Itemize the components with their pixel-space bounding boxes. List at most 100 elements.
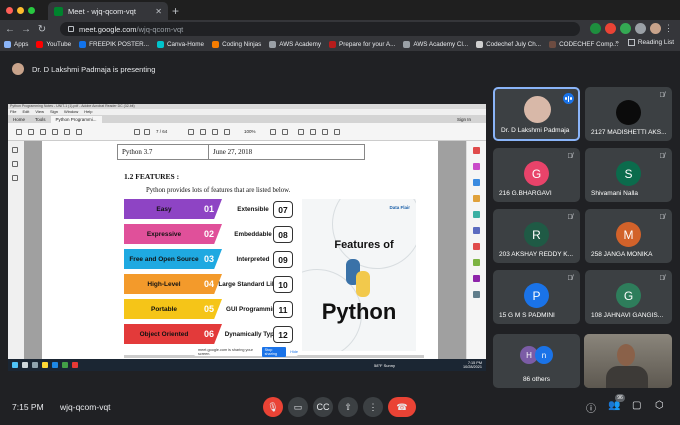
codechef-comp-icon — [549, 41, 557, 48]
bookmark-item[interactable]: AWS Academy — [269, 41, 321, 48]
comment-tool-icon[interactable] — [473, 195, 480, 202]
participant-tile[interactable]: M 🎙̸ 258 JANGA MONIKA — [585, 209, 672, 263]
bookmark-item[interactable]: Apps — [4, 41, 28, 48]
zoom-level[interactable]: 100% — [244, 129, 256, 134]
leave-call-button[interactable]: ☎ — [388, 397, 416, 417]
bookmark-item[interactable]: YouTube — [36, 41, 71, 48]
task-view-icon[interactable] — [32, 362, 38, 368]
hand-icon[interactable] — [200, 129, 206, 135]
red-extension-icon[interactable] — [605, 23, 616, 34]
zoom-in-icon[interactable] — [224, 129, 230, 135]
more-tools-icon[interactable] — [473, 291, 480, 298]
globe-icon — [269, 41, 277, 48]
browser-menu-icon[interactable]: ⋮ — [664, 23, 675, 34]
bookmark-item[interactable]: Coding Ninjas — [212, 41, 261, 48]
pen-icon[interactable] — [322, 129, 328, 135]
participant-tile[interactable]: S 🎙̸ Shivamani Nalla — [585, 148, 672, 202]
green-extension-icon[interactable] — [620, 23, 631, 34]
page-down-icon[interactable] — [144, 129, 150, 135]
taskbar-search-icon[interactable] — [22, 362, 28, 368]
hide-notice-button[interactable]: Hide — [290, 350, 298, 354]
page-current[interactable]: 7 — [156, 129, 159, 134]
forward-arrow-icon[interactable]: → — [20, 24, 32, 35]
stop-sharing-button[interactable]: Stop sharing — [261, 346, 287, 357]
avatar — [616, 100, 641, 125]
sign-in-link[interactable]: Sign In — [452, 116, 476, 123]
cursor-icon[interactable] — [188, 129, 194, 135]
attachments-icon[interactable] — [12, 175, 18, 181]
participant-tile[interactable]: G 🎙̸ 216 G.BHARGAVI — [493, 148, 580, 202]
thumbnails-icon[interactable] — [12, 147, 18, 153]
edge-icon[interactable] — [52, 362, 58, 368]
tab-tools[interactable]: Tools — [30, 116, 51, 123]
chat-icon[interactable]: ▢ — [632, 400, 641, 411]
create-pdf-icon[interactable] — [473, 163, 480, 170]
page-up-icon[interactable] — [134, 129, 140, 135]
scroll-mode-icon[interactable] — [282, 129, 288, 135]
more-options-button[interactable]: ⋮ — [363, 397, 383, 417]
captions-button[interactable]: CC — [313, 397, 333, 417]
participant-tile[interactable]: R 🎙̸ 203 AKSHAY REDDY K... — [493, 209, 580, 263]
comment-icon[interactable] — [298, 129, 304, 135]
search-icon[interactable] — [76, 129, 82, 135]
participant-tile[interactable]: G 🎙̸ 108 JAHNAVI GANGIS... — [585, 270, 672, 324]
present-now-button[interactable]: ⇧ — [338, 397, 358, 417]
others-tile[interactable]: H n 86 others — [493, 334, 580, 388]
zoom-out-icon[interactable] — [212, 129, 218, 135]
activities-icon[interactable]: ⬡ — [655, 400, 664, 411]
browser-tab-meet[interactable]: Meet - wjq-qcom-vqt ✕ — [48, 2, 168, 20]
shield-extension-icon[interactable] — [590, 23, 601, 34]
puzzle-extensions-icon[interactable] — [635, 23, 646, 34]
print-icon[interactable] — [52, 129, 58, 135]
profile-avatar[interactable] — [650, 23, 661, 34]
feature-label: High-Level — [147, 280, 181, 288]
fill-sign-icon[interactable] — [473, 259, 480, 266]
bookmark-item[interactable]: Prepare for your A... — [329, 41, 395, 48]
participant-tile[interactable]: 🎙̸ 2127 MADISHETTI AKS... — [585, 87, 672, 141]
mic-off-button[interactable]: 🎙 — [263, 397, 283, 417]
windows-start-icon[interactable] — [12, 362, 18, 368]
file-explorer-icon[interactable] — [42, 362, 48, 368]
bookmarks-panel-icon[interactable] — [12, 161, 18, 167]
edit-pdf-icon[interactable] — [473, 179, 480, 186]
bookmark-item[interactable]: AWS Academy Cl... — [403, 41, 468, 48]
participant-tile[interactable]: P 🎙̸ 15 G M S PADMINI — [493, 270, 580, 324]
minimize-window-button[interactable] — [17, 7, 24, 14]
bookmark-item[interactable]: CODECHEF Comp... — [549, 41, 618, 48]
taskbar-weather: 58°F Sunny — [374, 363, 395, 368]
close-window-button[interactable] — [6, 7, 13, 14]
page-number[interactable]: 7 / 64 — [156, 129, 167, 134]
back-arrow-icon[interactable]: ← — [4, 24, 16, 35]
zoom-window-button[interactable] — [28, 7, 35, 14]
close-tab-icon[interactable]: ✕ — [155, 7, 162, 16]
more-bookmarks-button[interactable]: » — [615, 39, 619, 46]
address-bar[interactable]: meet.google.com/wjq-qcom-vqt — [60, 22, 580, 36]
mic-off-icon: 🎙̸ — [659, 275, 665, 282]
export-pdf-icon[interactable] — [473, 147, 480, 154]
acrobat-taskbar-icon[interactable] — [72, 362, 78, 368]
bookmark-star-icon[interactable] — [28, 129, 34, 135]
tab-document[interactable]: Python Programmi... — [50, 116, 102, 123]
new-tab-button[interactable]: + — [172, 4, 179, 18]
compress-icon[interactable] — [473, 243, 480, 250]
save-icon[interactable] — [16, 129, 22, 135]
bookmark-item[interactable]: Canva-Home — [156, 41, 204, 48]
protect-icon[interactable] — [473, 275, 480, 282]
chrome-icon[interactable] — [62, 362, 68, 368]
reading-list-button[interactable]: Reading List — [638, 39, 674, 46]
reload-icon[interactable]: ↻ — [36, 24, 48, 35]
participant-tile[interactable]: Dr. D Lakshmi Padmaja — [493, 87, 580, 141]
upload-icon[interactable] — [40, 129, 46, 135]
highlight-icon[interactable] — [310, 129, 316, 135]
sign-icon[interactable] — [334, 129, 340, 135]
organize-icon[interactable] — [473, 227, 480, 234]
mail-icon[interactable] — [64, 129, 70, 135]
camera-button[interactable]: ▭ — [288, 397, 308, 417]
self-view-camera[interactable] — [584, 334, 672, 388]
bookmark-item[interactable]: Codechef July Ch... — [476, 41, 541, 48]
meeting-details-icon[interactable]: ⓘ — [586, 400, 596, 415]
tab-home[interactable]: Home — [8, 116, 30, 123]
combine-icon[interactable] — [473, 211, 480, 218]
bookmark-item[interactable]: FREEPIK POSTER... — [79, 41, 149, 48]
fit-page-icon[interactable] — [270, 129, 276, 135]
